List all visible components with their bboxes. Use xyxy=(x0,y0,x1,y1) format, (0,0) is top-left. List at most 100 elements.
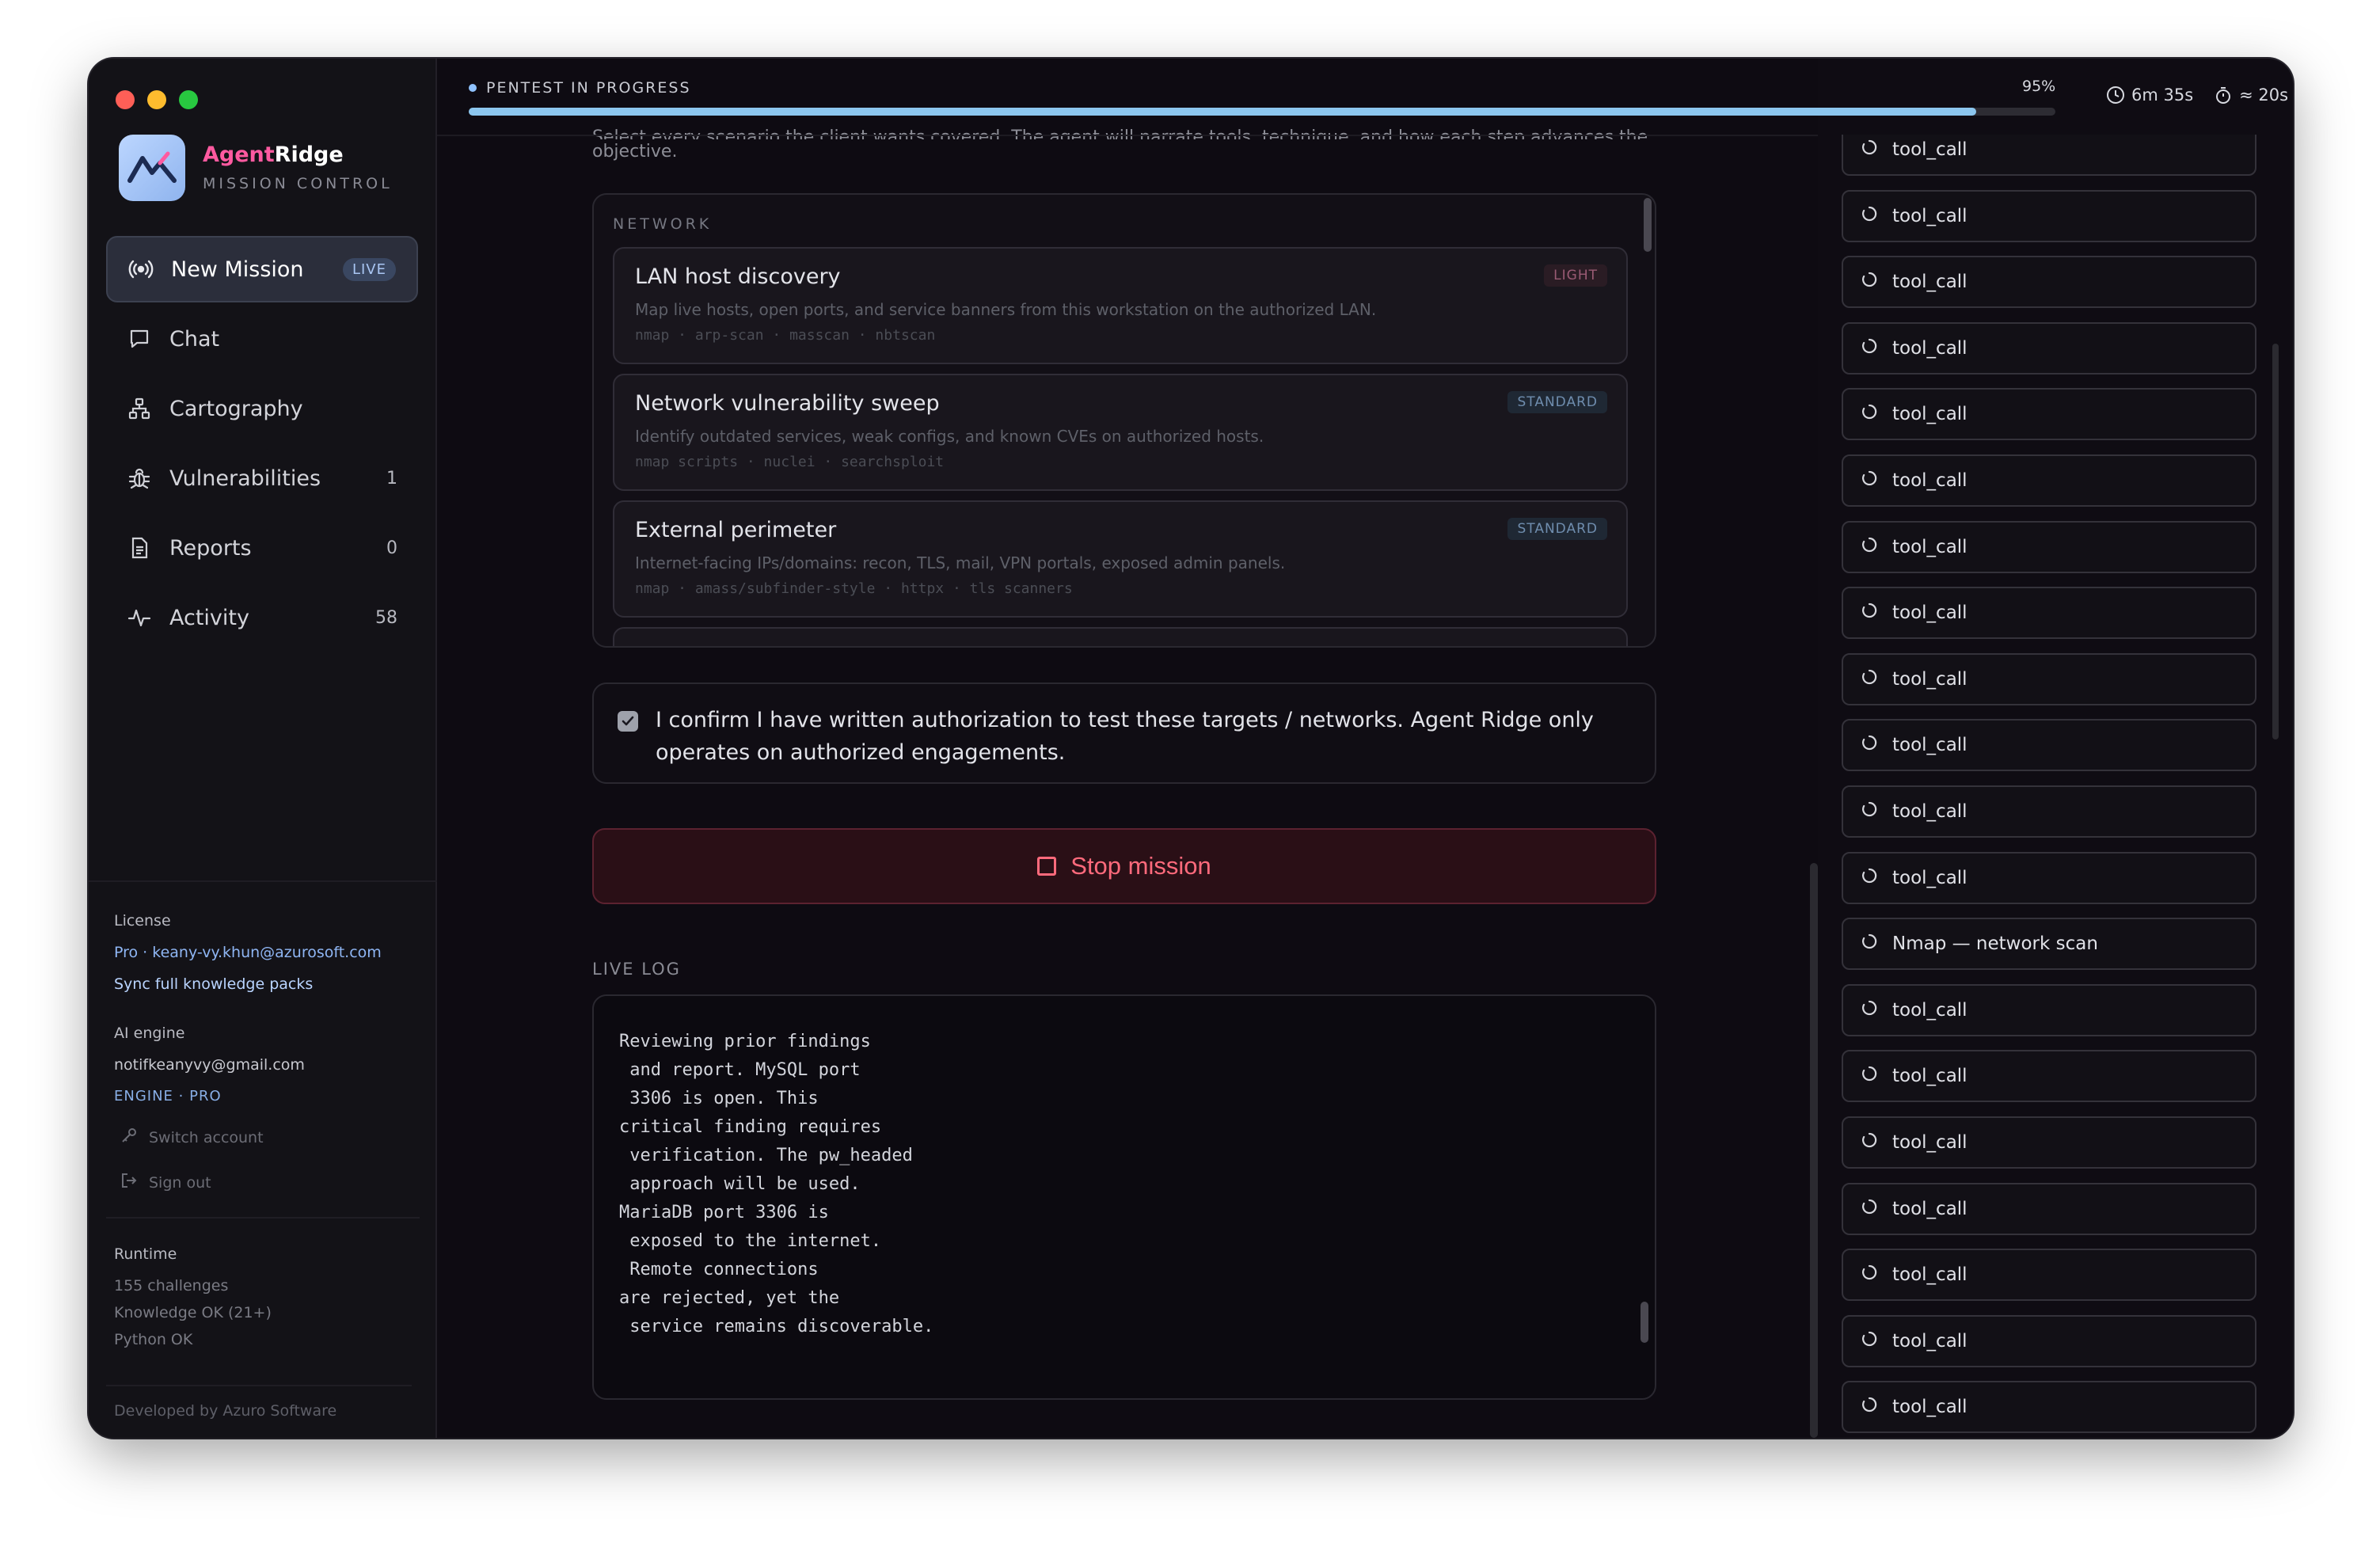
tool-call-item[interactable]: tool_call xyxy=(1842,189,2256,242)
nav-item-activity[interactable]: Activity 58 xyxy=(106,584,418,651)
scenario-card[interactable]: External perimeter Internet-facing IPs/d… xyxy=(613,500,1628,618)
intro-line-1: Select every scenario the client wants c… xyxy=(592,127,1648,139)
tool-call-label: tool_call xyxy=(1892,999,1967,1021)
sign-out-label: Sign out xyxy=(149,1173,211,1192)
scenario-card[interactable]: Network vulnerability sweep Identify out… xyxy=(613,374,1628,491)
license-label: License xyxy=(114,912,171,930)
sign-out-button[interactable]: Sign out xyxy=(114,1172,412,1193)
tool-call-item[interactable]: tool_call xyxy=(1842,454,2256,507)
spinner-icon xyxy=(1861,734,1878,756)
tool-call-item[interactable]: tool_call xyxy=(1842,1381,2256,1434)
brand-subtitle: MISSION CONTROL xyxy=(203,174,393,192)
scenario-card[interactable]: LAN host discovery Map live hosts, open … xyxy=(613,247,1628,364)
elapsed-value: 6m 35s xyxy=(2131,86,2194,105)
nav-item-chat[interactable]: Chat xyxy=(106,306,418,372)
spinner-icon xyxy=(1861,337,1878,359)
authorization-checkbox[interactable] xyxy=(618,711,638,732)
scenario-title: External perimeter xyxy=(635,518,837,542)
scenario-card-partial[interactable] xyxy=(613,627,1628,646)
nav-item-vulnerabilities[interactable]: Vulnerabilities 1 xyxy=(106,445,418,511)
log-line: Remote connections xyxy=(619,1260,819,1279)
scenario-tools: nmap · amass/subfinder-style · httpx · t… xyxy=(635,580,1073,597)
tool-call-item[interactable]: tool_call xyxy=(1842,652,2256,705)
maximize-window-button[interactable] xyxy=(179,90,198,109)
spinner-icon xyxy=(1861,536,1878,558)
sync-knowledge-link[interactable]: Sync full knowledge packs xyxy=(114,975,412,993)
stop-mission-button[interactable]: Stop mission xyxy=(592,828,1656,904)
remaining-value: ≈ 20s xyxy=(2239,86,2289,105)
tool-call-item[interactable]: tool_call xyxy=(1842,851,2256,904)
tool-call-item[interactable]: tool_call xyxy=(1842,983,2256,1036)
license-account-link[interactable]: Pro · keany-vy.khun@azurosoft.com xyxy=(114,944,412,961)
tool-call-item[interactable]: tool_call xyxy=(1842,256,2256,309)
nav-label: Chat xyxy=(169,326,220,352)
nav-item-reports[interactable]: Reports 0 xyxy=(106,515,418,581)
tool-call-item[interactable]: tool_call xyxy=(1842,719,2256,772)
brand-name: AgentRidge xyxy=(203,143,344,168)
tool-call-label: tool_call xyxy=(1892,272,1967,293)
spinner-icon xyxy=(1861,1198,1878,1220)
tool-call-label: tool_call xyxy=(1892,1264,1967,1286)
ai-engine-email: notifkeanyvy@gmail.com xyxy=(114,1056,305,1074)
category-title: NETWORK xyxy=(613,215,713,233)
runtime-challenges: 155 challenges xyxy=(114,1277,229,1295)
vulnerabilities-count: 1 xyxy=(386,468,397,489)
tool-call-label: tool_call xyxy=(1892,404,1967,425)
live-log-panel[interactable]: Reviewing prior findings and report. MyS… xyxy=(592,994,1656,1400)
tool-call-item[interactable]: tool_call xyxy=(1842,135,2256,176)
tool-call-label: tool_call xyxy=(1892,735,1967,756)
network-icon xyxy=(127,396,152,421)
tool-call-item[interactable]: tool_call xyxy=(1842,388,2256,441)
scenario-description: Map live hosts, open ports, and service … xyxy=(635,300,1377,319)
reports-count: 0 xyxy=(386,538,397,558)
tool-call-item[interactable]: tool_call xyxy=(1842,1314,2256,1367)
nav-label: Cartography xyxy=(169,396,303,421)
tool-call-label: Nmap — network scan xyxy=(1892,933,2098,955)
tool-call-item[interactable]: tool_call xyxy=(1842,1182,2256,1235)
scenario-title: Network vulnerability sweep xyxy=(635,391,940,416)
tool-call-label: tool_call xyxy=(1892,337,1967,359)
tool-panel-scrollbar[interactable] xyxy=(2272,344,2279,739)
authorization-confirmation[interactable]: I confirm I have written authorization t… xyxy=(592,682,1656,784)
progress-status: PENTEST IN PROGRESS xyxy=(469,79,2293,97)
spinner-icon xyxy=(1861,470,1878,492)
stop-icon xyxy=(1037,857,1057,876)
spinner-icon xyxy=(1861,668,1878,690)
tool-call-item[interactable]: tool_call xyxy=(1842,785,2256,838)
nav-item-new-mission[interactable]: New Mission LIVE xyxy=(106,236,418,302)
nav-item-cartography[interactable]: Cartography xyxy=(106,375,418,442)
engine-tier-badge: ENGINE · PRO xyxy=(114,1088,222,1104)
tool-call-label: tool_call xyxy=(1892,1198,1967,1219)
progress-percent: 95% xyxy=(2022,78,2056,95)
log-line: verification. The pw_headed xyxy=(619,1146,913,1165)
main-scrollbar[interactable] xyxy=(1810,863,1818,1438)
log-scrollbar[interactable] xyxy=(1641,1302,1648,1343)
log-line: and report. MySQL port xyxy=(619,1060,861,1080)
sidebar-footer: License Pro · keany-vy.khun@azurosoft.co… xyxy=(89,880,437,1420)
scenario-tools: nmap · arp-scan · masscan · nbtscan xyxy=(635,327,936,344)
tool-call-item[interactable]: tool_call xyxy=(1842,321,2256,374)
tool-call-item[interactable]: Nmap — network scan xyxy=(1842,918,2256,971)
tool-call-item[interactable]: tool_call xyxy=(1842,1050,2256,1103)
close-window-button[interactable] xyxy=(116,90,135,109)
tool-call-label: tool_call xyxy=(1892,536,1967,557)
tool-call-item[interactable]: tool_call xyxy=(1842,1116,2256,1169)
scenario-tag: STANDARD xyxy=(1507,518,1607,540)
tool-call-item[interactable]: tool_call xyxy=(1842,520,2256,573)
switch-account-button[interactable]: Switch account xyxy=(114,1127,412,1148)
authorization-text: I confirm I have written authorization t… xyxy=(656,708,1594,765)
tool-call-item[interactable]: tool_call xyxy=(1842,587,2256,640)
spinner-icon xyxy=(1861,800,1878,823)
category-scrollbar[interactable] xyxy=(1644,198,1652,252)
elapsed-time: 6m 35s xyxy=(2106,86,2193,105)
scenario-category-panel[interactable]: NETWORK LAN host discovery Map live host… xyxy=(592,193,1656,648)
key-icon xyxy=(120,1127,138,1148)
main-content: PENTEST IN PROGRESS 95% 6m 35s ≈ 20s Sel… xyxy=(437,59,2288,1438)
minimize-window-button[interactable] xyxy=(147,90,166,109)
tool-call-item[interactable]: tool_call xyxy=(1842,1249,2256,1302)
nav-label: New Mission xyxy=(171,257,304,282)
tool-call-label: tool_call xyxy=(1892,139,1967,160)
developer-credit: Developed by Azuro Software xyxy=(106,1385,412,1420)
spinner-icon xyxy=(1861,867,1878,889)
tool-call-label: tool_call xyxy=(1892,1330,1967,1352)
